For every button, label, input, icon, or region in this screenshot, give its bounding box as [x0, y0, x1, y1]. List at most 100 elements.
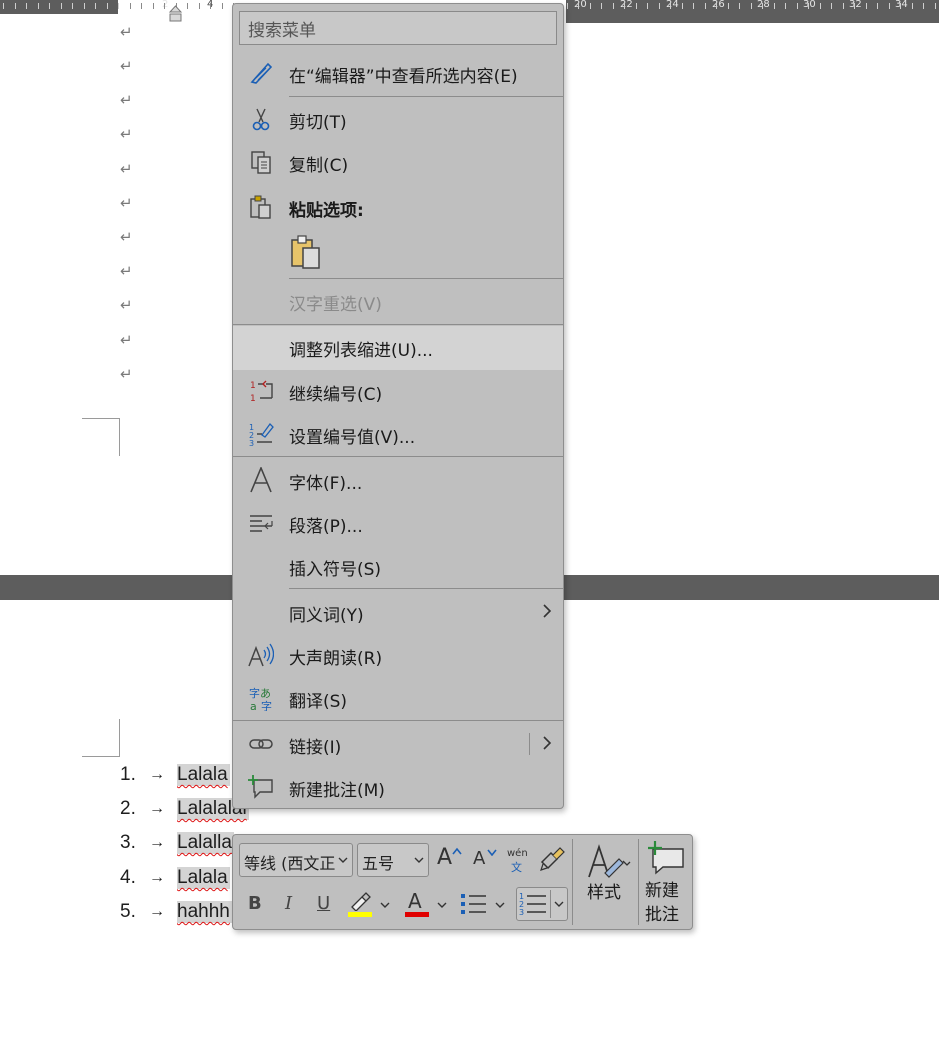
chevron-right-icon[interactable] [541, 735, 553, 751]
font-color-button[interactable]: A [403, 889, 433, 919]
font-size-value: 五号 [362, 854, 395, 873]
menu-item-paragraph[interactable]: 段落(P)... [233, 502, 563, 544]
list-text[interactable]: Lalala [177, 764, 230, 786]
grow-font-letter: A [437, 845, 453, 870]
list-number: 3. [120, 832, 136, 853]
menu-item-cut[interactable]: 剪切(T) [233, 98, 563, 140]
chevron-down-icon[interactable] [495, 901, 505, 909]
menu-item-link[interactable]: 链接(I) [233, 723, 563, 765]
new-comment-line2: 批注 [645, 905, 679, 925]
menu-item-insert-symbol[interactable]: 插入符号(S) [233, 545, 563, 587]
chevron-down-icon[interactable] [554, 900, 564, 908]
menu-item-set-numbering-value[interactable]: 1 2 3 设置编号值(V)... [233, 413, 563, 455]
menu-label: 继续编号(C) [289, 385, 383, 405]
tab-arrow: → [149, 869, 165, 886]
menu-item-font[interactable]: 字体(F)... [233, 459, 563, 501]
font-color-bar [405, 912, 429, 917]
menu-item-adjust-list-indent[interactable]: 调整列表缩进(U)... [233, 326, 563, 370]
ruler-number: 32 [849, 0, 862, 10]
chevron-down-icon[interactable] [437, 901, 447, 909]
underline-button[interactable]: U [317, 893, 330, 914]
translate-icon: 字 あ a 字 [249, 686, 272, 711]
ruler-tick [624, 3, 625, 9]
ruler-tick [693, 3, 694, 9]
styles-button[interactable]: 样式 [579, 841, 637, 909]
indent-marker-icon[interactable] [168, 4, 183, 22]
menu-item-copy[interactable]: 复制(C) [233, 141, 563, 183]
menu-item-reconversion: 汉字重选(V) [233, 280, 563, 322]
ruler-tick [578, 3, 579, 9]
ruler-tick [659, 3, 660, 9]
phonetic-guide-button[interactable]: wén 文 [505, 843, 531, 875]
ruler-tick [84, 3, 85, 9]
menu-item-synonyms[interactable]: 同义词(Y) [233, 591, 563, 633]
scissors-icon [252, 108, 270, 131]
toolbar-separator [638, 839, 639, 925]
menu-label: 复制(C) [289, 156, 349, 176]
menu-label: 链接(I) [289, 738, 342, 758]
svg-text:3: 3 [249, 439, 254, 447]
page-corner-mark [82, 719, 120, 757]
chevron-down-icon [338, 855, 348, 865]
phonetic-top: wén [507, 848, 528, 859]
ruler-tick [923, 3, 924, 9]
new-comment-button[interactable]: 新建 批注 [643, 839, 689, 927]
ruler-tick [567, 3, 568, 9]
chevron-down-icon[interactable] [380, 901, 390, 909]
bold-button[interactable]: B [248, 893, 262, 914]
ruler-tick [751, 3, 752, 9]
ruler-number: 20 [574, 0, 587, 10]
menu-search-input[interactable]: 搜索菜单 [239, 11, 557, 45]
ruler-tick [222, 3, 223, 9]
list-text[interactable]: Lalalla [177, 832, 234, 854]
font-size-combo[interactable]: 五号 [357, 843, 429, 877]
list-text[interactable]: hahhh [177, 901, 232, 923]
ruler-tick [210, 3, 211, 9]
paragraph-icon [250, 515, 273, 532]
menu-separator [289, 96, 563, 97]
menu-item-paste-options: 粘贴选项: [233, 186, 563, 228]
tab-arrow: → [149, 766, 165, 783]
caret-up-icon [452, 847, 462, 855]
paragraph-mark: ↵ [120, 228, 133, 246]
menu-item-view-in-editor[interactable]: 在“编辑器”中查看所选内容(E) [233, 52, 563, 94]
italic-button[interactable]: I [285, 893, 292, 914]
menu-item-translate[interactable]: 字 あ a 字 翻译(S) [233, 677, 563, 719]
caret-down-icon [487, 849, 497, 856]
grow-font-button[interactable]: A [435, 845, 463, 873]
menu-label: 大声朗读(R) [289, 649, 383, 669]
menu-item-new-comment[interactable]: 新建批注(M) [233, 766, 563, 808]
ruler-tick [187, 3, 188, 9]
list-text[interactable]: Lalala [177, 867, 230, 889]
styles-label: 样式 [587, 883, 621, 903]
font-color-letter: A [408, 889, 422, 913]
numbered-list-button[interactable]: 1 2 3 [516, 887, 568, 921]
list-number: 2. [120, 798, 136, 819]
ruler-tick [935, 3, 936, 9]
ruler-tick [38, 3, 39, 9]
ruler-tick [728, 3, 729, 9]
shrink-font-button[interactable]: A [470, 845, 498, 873]
font-name-value: 等线 (西文正 [244, 854, 336, 873]
ruler-tick [636, 3, 637, 9]
menu-item-continue-numbering[interactable]: 1 1 继续编号(C) [233, 370, 563, 412]
ruler-tick [739, 3, 740, 9]
svg-text:3: 3 [519, 908, 524, 917]
paste-keep-format-icon[interactable] [289, 234, 323, 270]
menu-separator [233, 324, 563, 325]
new-comment-icon [648, 841, 684, 875]
bullet-list-icon[interactable] [460, 891, 488, 917]
phonetic-bottom: 文 [511, 861, 522, 874]
ruler-tick [72, 3, 73, 9]
highlight-button[interactable] [346, 889, 376, 919]
ruler-right-gray [566, 14, 939, 23]
svg-text:あ: あ [260, 687, 271, 700]
ruler-tick [797, 3, 798, 9]
menu-item-read-aloud[interactable]: 大声朗读(R) [233, 634, 563, 676]
ruler-tick [3, 3, 4, 9]
format-painter-icon[interactable] [539, 847, 565, 873]
list-number: 1. [120, 764, 136, 785]
font-name-combo[interactable]: 等线 (西文正 [239, 843, 353, 877]
numbered-list-icon: 1 2 3 [519, 892, 546, 917]
ruler-tick [601, 3, 602, 9]
